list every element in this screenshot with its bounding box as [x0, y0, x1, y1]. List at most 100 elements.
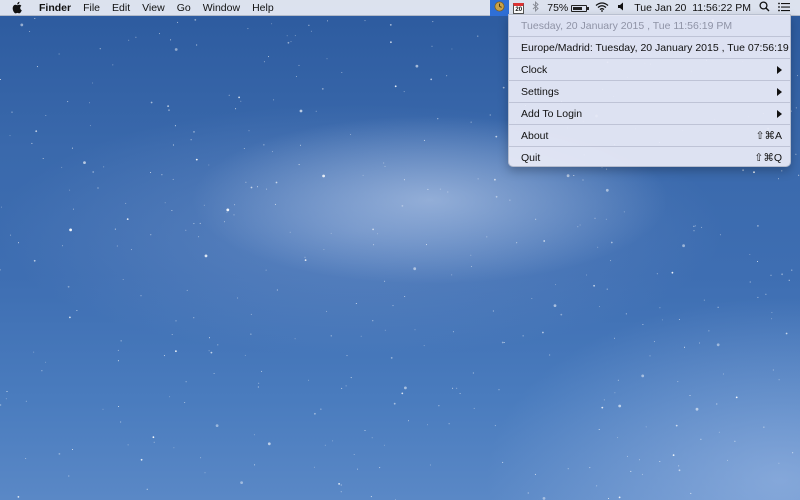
star: [477, 178, 479, 180]
star: [265, 269, 267, 271]
star: [502, 461, 504, 463]
menu-item-settings[interactable]: Settings: [509, 81, 790, 103]
world-clock-status-item[interactable]: [490, 0, 510, 16]
star: [83, 161, 86, 165]
star: [617, 379, 619, 381]
star: [610, 241, 613, 244]
menu-go[interactable]: Go: [171, 0, 197, 16]
star: [172, 144, 174, 146]
star: [470, 266, 472, 267]
star: [174, 48, 178, 51]
menu-view[interactable]: View: [136, 0, 171, 16]
menu-file[interactable]: File: [77, 0, 106, 16]
star: [597, 246, 599, 248]
star: [734, 440, 736, 442]
star: [427, 424, 428, 426]
star: [598, 306, 600, 308]
star: [765, 293, 767, 295]
star: [326, 310, 328, 312]
star: [204, 254, 208, 258]
star: [341, 387, 343, 389]
star: [791, 269, 793, 271]
star: [394, 85, 397, 88]
star: [198, 236, 200, 238]
menu-window[interactable]: Window: [197, 0, 246, 16]
star: [295, 76, 297, 77]
star: [392, 305, 394, 307]
star: [438, 405, 440, 407]
star: [560, 313, 563, 316]
star: [742, 169, 744, 172]
star: [771, 318, 773, 320]
star: [598, 429, 600, 430]
menu-item-madrid-time[interactable]: Europe/Madrid: Tuesday, 20 January 2015 …: [509, 37, 790, 59]
star: [617, 437, 619, 439]
star: [308, 379, 310, 381]
star: [498, 389, 500, 391]
star: [404, 386, 407, 390]
star: [671, 271, 674, 274]
apple-icon[interactable]: [11, 1, 23, 15]
star: [244, 354, 246, 356]
star: [605, 188, 609, 192]
star: [18, 242, 19, 244]
star: [384, 329, 386, 331]
star: [452, 331, 454, 333]
star: [322, 174, 325, 178]
menu-item-quit[interactable]: Quit ⇧⌘Q: [509, 147, 790, 166]
star: [261, 370, 263, 372]
star: [72, 208, 74, 210]
star: [268, 56, 269, 58]
star: [67, 101, 69, 103]
star: [659, 307, 661, 309]
star: [610, 260, 612, 262]
star: [486, 236, 488, 238]
star: [10, 234, 12, 236]
menu-bar-left: Finder File Edit View Go Window Help: [0, 0, 280, 16]
star: [171, 210, 173, 211]
star: [6, 391, 8, 392]
star: [797, 75, 798, 77]
menu-help[interactable]: Help: [246, 0, 280, 16]
star: [735, 396, 738, 399]
star: [426, 244, 427, 246]
star: [778, 462, 780, 464]
star: [217, 344, 219, 346]
madrid-time-text: Europe/Madrid: Tuesday, 20 January 2015 …: [521, 42, 791, 54]
menu-item-about[interactable]: About ⇧⌘A: [509, 125, 790, 147]
star: [199, 222, 201, 224]
star: [678, 319, 680, 320]
star: [175, 320, 177, 322]
star: [452, 387, 454, 389]
star: [271, 151, 273, 153]
star: [153, 441, 155, 443]
menu-edit[interactable]: Edit: [106, 0, 136, 16]
star: [727, 459, 729, 461]
star: [527, 492, 529, 494]
menu-item-add-to-login[interactable]: Add To Login: [509, 103, 790, 125]
star: [210, 351, 213, 354]
star: [795, 153, 797, 155]
star: [174, 125, 176, 127]
star: [300, 144, 301, 146]
star: [324, 444, 326, 446]
local-time-header: Tuesday, 20 January 2015 , Tue 11:56:19 …: [509, 15, 790, 37]
star: [346, 355, 348, 357]
star: [501, 341, 504, 344]
star: [364, 430, 366, 431]
star: [299, 109, 303, 113]
star: [470, 121, 472, 123]
star: [92, 82, 94, 84]
star: [606, 288, 608, 290]
star: [423, 139, 425, 141]
star: [653, 341, 655, 343]
star: [237, 297, 239, 299]
star: [31, 142, 33, 144]
star: [423, 345, 425, 347]
menu-finder[interactable]: Finder: [33, 0, 77, 16]
star: [639, 459, 640, 461]
star: [451, 274, 453, 276]
menu-item-clock[interactable]: Clock: [509, 59, 790, 81]
star: [254, 464, 256, 466]
star: [35, 130, 38, 133]
